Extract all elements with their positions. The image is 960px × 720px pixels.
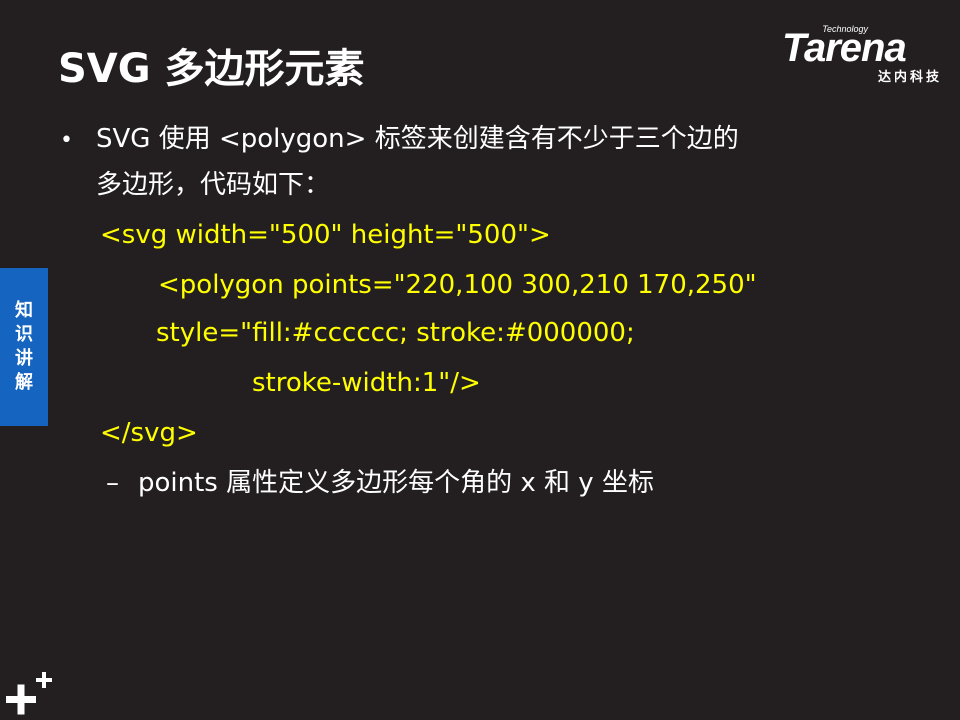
slide-title: SVG 多边形元素	[58, 46, 365, 92]
code-line-3: style="fill:#cccccc; stroke:#000000;	[156, 318, 635, 348]
plus-plus-icon	[6, 672, 52, 715]
side-tab-char: 讲	[15, 348, 33, 369]
logo-chinese-text: 达内科技	[877, 70, 942, 85]
bullet-dot-icon: •	[60, 128, 73, 153]
bullet-line-1: SVG 使用 <polygon> 标签来创建含有不少于三个边的	[96, 124, 739, 154]
tarena-logo: Technology Tarena 达内科技	[782, 24, 950, 85]
code-line-4: stroke-width:1"/>	[252, 368, 481, 398]
sub-bullet-dash: –	[106, 468, 119, 498]
slide: SVG 多边形元素 Technology Tarena 达内科技 知 识 讲 解…	[0, 0, 960, 720]
code-line-1: <svg width="500" height="500">	[100, 220, 551, 250]
side-tab-char: 解	[15, 372, 33, 393]
sub-bullet-text: points 属性定义多边形每个角的 x 和 y 坐标	[138, 468, 654, 498]
logo-wordmark: Tarena	[782, 26, 907, 70]
side-tab-knowledge: 知 识 讲 解	[0, 268, 48, 426]
side-tab-char: 知	[15, 300, 33, 321]
code-line-2: <polygon points="220,100 300,210 170,250…	[158, 270, 757, 300]
side-tab-char: 识	[15, 324, 33, 345]
bullet-line-2: 多边形，代码如下：	[96, 170, 331, 200]
code-line-5: </svg>	[100, 418, 198, 448]
